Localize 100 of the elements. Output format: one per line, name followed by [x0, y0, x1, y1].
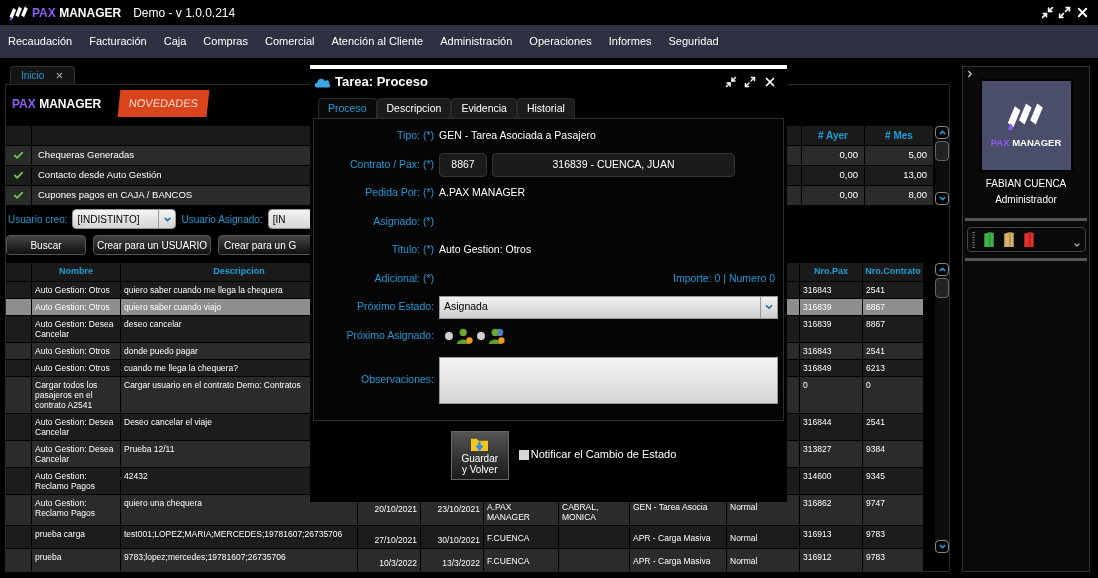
- table-cell: 9747: [863, 495, 923, 525]
- table-cell: Auto Gestion: Otros: [32, 282, 120, 298]
- table-cell: Auto Gestion: Desea Cancelar: [32, 441, 120, 467]
- table-cell: Auto Gestion: Otros: [32, 343, 120, 359]
- action-button[interactable]: Buscar: [6, 235, 86, 255]
- action-button[interactable]: Crear para un USUARIO: [93, 235, 211, 255]
- table-cell: 0,00: [802, 186, 864, 205]
- contract-field[interactable]: 8867: [439, 152, 487, 177]
- table-cell: 316913: [800, 526, 862, 548]
- table-cell: 2541: [863, 282, 923, 298]
- table-cell: F.CUENCA: [484, 526, 558, 548]
- field-label: Asignado: (*): [372, 213, 434, 229]
- table-cell: 314600: [800, 468, 862, 494]
- table-cell: 27/10/2021: [358, 526, 420, 548]
- table-cell: 2541: [863, 414, 923, 440]
- page-tab[interactable]: Inicio: [10, 66, 75, 84]
- field-label: Adicional: (*): [373, 270, 434, 286]
- table-cell: Auto Gestion: Reclamo Pagos: [32, 468, 120, 494]
- field-label: Tipo: (*): [396, 128, 434, 144]
- table-cell: 10/3/2022: [358, 549, 420, 571]
- table-cell: 316862: [800, 495, 862, 525]
- table-cell: prueba: [32, 549, 120, 571]
- dialog-title: Tarea: Proceso: [335, 73, 428, 92]
- table-cell: 316843: [800, 343, 862, 359]
- amount-info: Importe: 0 | Numero 0: [673, 270, 775, 286]
- brand-name: PAX MANAGER: [990, 136, 1062, 151]
- table-cell: 316843: [800, 282, 862, 298]
- table-cell: Normal: [727, 526, 799, 548]
- table-cell: 8867: [863, 316, 923, 342]
- status-dropdown[interactable]: Asignada: [439, 295, 778, 319]
- table-cell: 9783;lopez;mercedes;19781607;26735706: [121, 549, 357, 571]
- table-cell: 316912: [800, 549, 862, 571]
- filter-label: Usuario creo:: [8, 212, 68, 227]
- table-cell: APR - Carga Masiva: [630, 526, 726, 548]
- field-label: Titulo: (*): [390, 242, 434, 258]
- table-cell: APR - Carga Masiva: [630, 549, 726, 571]
- menu-item[interactable]: Informes: [608, 33, 652, 50]
- table-cell: 9783: [863, 549, 923, 571]
- table-cell: F.CUENCA: [484, 549, 558, 571]
- user-role: Administrador: [995, 193, 1057, 207]
- table-cell: 0: [800, 377, 862, 413]
- table-cell: 316849: [800, 360, 862, 376]
- table-cell: 6213: [863, 360, 923, 376]
- menu-item[interactable]: Comercial: [264, 33, 315, 50]
- table-cell: 316839: [800, 299, 862, 315]
- table-cell: 316839: [800, 316, 862, 342]
- user-name: FABIAN CUENCA: [985, 177, 1067, 191]
- table-cell: 30/10/2021: [421, 526, 483, 548]
- user-dropdown[interactable]: [INDISTINTO]: [72, 209, 177, 229]
- table-cell: Auto Gestion: Desea Cancelar: [32, 414, 120, 440]
- passenger-field[interactable]: 316839 - CUENCA, JUAN: [492, 152, 735, 177]
- table-cell: 2541: [863, 343, 923, 359]
- table-cell: Auto Gestion: Otros: [32, 299, 120, 315]
- table-cell: quiero una chequera: [121, 495, 357, 525]
- table-cell: 13/3/2022: [421, 549, 483, 571]
- table-cell: 0,00: [802, 146, 864, 165]
- field-label: Próximo Estado:: [355, 299, 434, 315]
- table-cell: 8,00: [865, 186, 933, 205]
- column-header: Nombre: [32, 263, 120, 281]
- column-header: # Mes: [865, 126, 933, 145]
- column-header: # Ayer: [802, 126, 864, 145]
- table-cell: Auto Gestion: Desea Cancelar: [32, 316, 120, 342]
- menu-item[interactable]: Seguridad: [668, 33, 719, 50]
- menu-item[interactable]: Caja: [163, 33, 187, 50]
- table-cell: 13,00: [865, 166, 933, 185]
- menu-item[interactable]: Operaciones: [529, 33, 592, 50]
- column-header: Nro.Pax: [800, 263, 862, 281]
- save-button[interactable]: Guardar y Volver: [450, 431, 509, 480]
- menu-item[interactable]: Administración: [440, 33, 513, 50]
- table-cell: 9384: [863, 441, 923, 467]
- dialog-tab[interactable]: Proceso: [318, 98, 377, 118]
- table-cell: Cargar todos los pasajeros en el contrato A2541: [32, 377, 120, 413]
- table-cell: 313827: [800, 441, 862, 467]
- table-cell: test001;LOPEZ;MARIA;MERCEDES;19781607;26735706: [121, 526, 357, 548]
- filter-label: Usuario Asignado:: [181, 212, 263, 227]
- menu-item[interactable]: Atención al Cliente: [331, 33, 424, 50]
- brand-name: PAX MANAGER: [12, 95, 102, 113]
- menu-item[interactable]: Facturación: [89, 33, 147, 50]
- menu-item[interactable]: Compras: [203, 33, 248, 50]
- dialog-tab[interactable]: Descripcion: [376, 98, 452, 118]
- window-title: Demo - v 1.0.0.214: [133, 4, 236, 22]
- table-cell: Normal: [727, 549, 799, 571]
- table-cell: 9345: [863, 468, 923, 494]
- field-value: A.PAX MANAGER: [439, 185, 526, 201]
- table-cell: 0: [863, 377, 923, 413]
- table-cell: 8867: [863, 299, 923, 315]
- dialog-tab[interactable]: Evidencia: [451, 98, 517, 118]
- table-cell: 5,00: [865, 146, 933, 165]
- brand-name: PAX MANAGER: [32, 4, 122, 22]
- table-cell: 0,00: [802, 166, 864, 185]
- dialog-tab[interactable]: Historial: [516, 98, 575, 118]
- field-value: GEN - Tarea Asociada a Pasajero: [439, 128, 596, 144]
- column-header: Nro.Contrato: [863, 263, 923, 281]
- table-cell: 316844: [800, 414, 862, 440]
- table-cell: prueba carga: [32, 526, 120, 548]
- checkbox-label: Notificar el Cambio de Estado: [530, 447, 677, 463]
- menu-item[interactable]: Recaudación: [8, 33, 73, 50]
- field-value: Auto Gestion: Otros: [439, 242, 532, 258]
- news-badge[interactable]: NOVEDADES: [117, 90, 210, 117]
- table-cell: Auto Gestion: Reclamo Pagos: [32, 495, 120, 525]
